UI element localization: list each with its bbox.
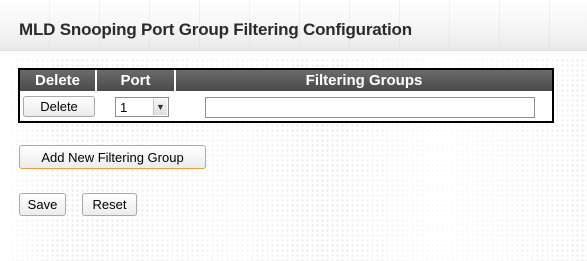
- header-port: Port: [97, 70, 176, 91]
- title-bar: MLD Snooping Port Group Filtering Config…: [0, 0, 587, 51]
- add-new-filtering-group-button[interactable]: Add New Filtering Group: [19, 145, 206, 169]
- filtering-groups-input[interactable]: [205, 97, 535, 118]
- page-title: MLD Snooping Port Group Filtering Config…: [19, 20, 412, 39]
- reset-button[interactable]: Reset: [82, 193, 137, 216]
- chevron-down-icon[interactable]: ▼: [153, 99, 167, 115]
- port-select[interactable]: 1 ▼: [115, 97, 169, 117]
- header-delete: Delete: [20, 70, 97, 91]
- delete-button[interactable]: Delete: [23, 96, 95, 117]
- filtering-config-table: Delete Port Filtering Groups Delete 1 ▼: [18, 68, 554, 123]
- port-select-value: 1: [120, 100, 128, 115]
- header-filtering-groups: Filtering Groups: [305, 72, 423, 89]
- save-button[interactable]: Save: [19, 193, 66, 216]
- table-row: Delete 1 ▼: [20, 91, 552, 121]
- table-header: Delete Port Filtering Groups: [20, 70, 552, 91]
